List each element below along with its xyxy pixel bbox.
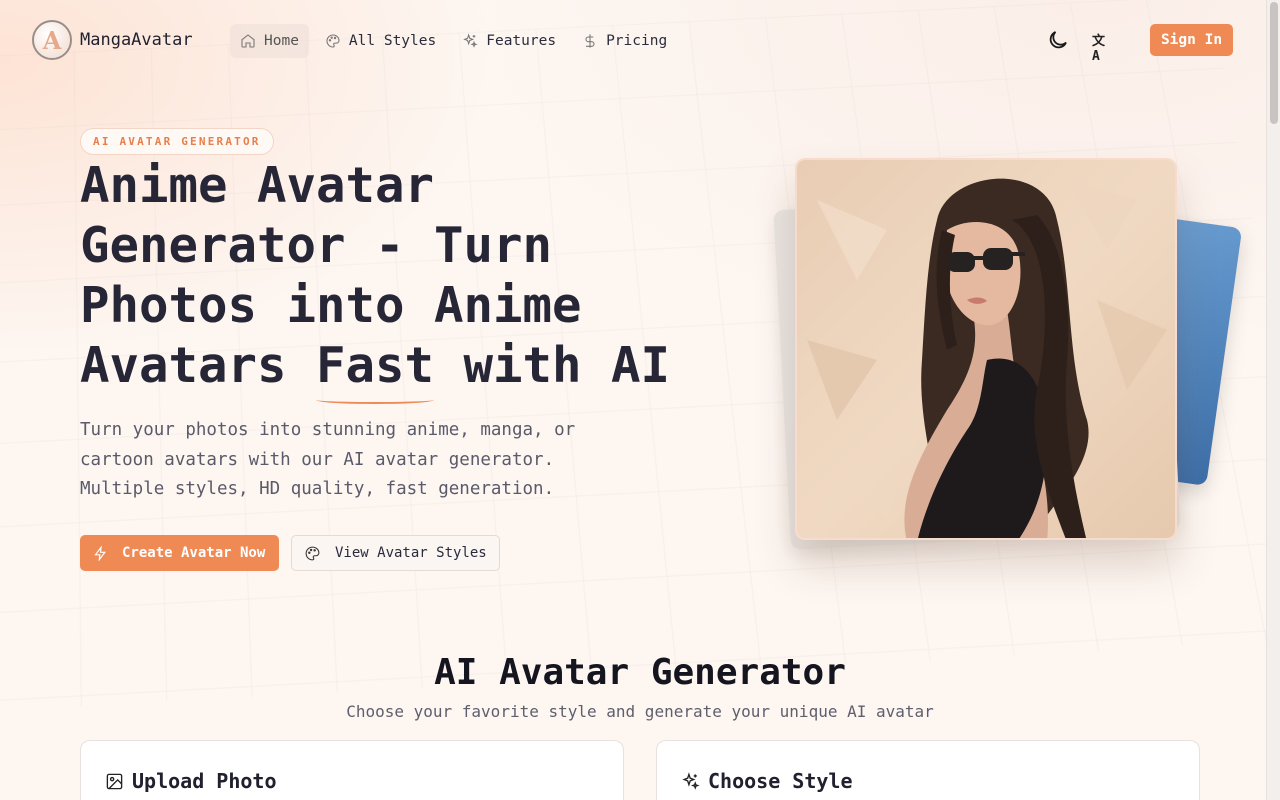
nav-item-label: Home — [264, 33, 299, 49]
nav-links: Home All Styles Features Pricing — [230, 24, 677, 58]
nav-item-label: Features — [486, 33, 557, 49]
brand-logo[interactable]: A MangaAvatar — [32, 20, 193, 60]
nav-item-home[interactable]: Home — [230, 24, 309, 58]
theme-toggle-button[interactable] — [1046, 28, 1070, 52]
dollar-icon — [585, 34, 595, 48]
choose-style-panel: Choose Style — [656, 740, 1200, 800]
hero-description: Turn your photos into stunning anime, ma… — [80, 420, 576, 499]
home-icon — [241, 34, 255, 48]
nav-item-label: All Styles — [348, 33, 437, 49]
sparkles-icon — [463, 33, 478, 48]
page-scrollbar[interactable] — [1266, 0, 1280, 800]
generator-subtitle: Choose your favorite style and generate … — [346, 702, 934, 721]
lightning-icon — [94, 545, 106, 561]
sign-in-button[interactable]: Sign In — [1150, 24, 1233, 56]
choose-style-label: Choose Style — [708, 769, 853, 793]
create-avatar-button[interactable]: Create Avatar Now — [80, 535, 279, 571]
palette-icon — [305, 546, 320, 560]
language-toggle-button[interactable]: 文A — [1092, 30, 1112, 64]
generator-title: AI Avatar Generator — [434, 652, 846, 693]
hero-title-highlight: Fast — [316, 337, 435, 404]
nav-item-pricing[interactable]: Pricing — [572, 24, 677, 58]
translate-icon: 文A — [1092, 34, 1106, 64]
sparkles-icon — [682, 771, 700, 790]
top-navigation: A MangaAvatar Home All Styles Features P… — [0, 0, 1266, 80]
portrait-illustration — [797, 160, 1175, 538]
hero-avatar-image — [795, 158, 1177, 540]
nav-item-label: Pricing — [606, 33, 668, 49]
page: A MangaAvatar Home All Styles Features P… — [0, 0, 1266, 800]
logo-mark-icon: A — [32, 20, 72, 60]
nav-item-features[interactable]: Features — [452, 24, 566, 58]
palette-icon — [326, 34, 340, 48]
hero-title-end: with AI — [434, 337, 671, 394]
hero-badge: AI AVATAR GENERATOR — [80, 128, 274, 155]
upload-photo-heading: Upload Photo — [105, 769, 277, 793]
moon-icon — [1049, 31, 1067, 49]
create-avatar-label: Create Avatar Now — [122, 545, 266, 561]
choose-style-heading: Choose Style — [681, 769, 853, 793]
brand-name: MangaAvatar — [80, 30, 193, 50]
view-styles-button[interactable]: View Avatar Styles — [291, 535, 500, 571]
image-icon — [106, 773, 123, 789]
view-styles-label: View Avatar Styles — [335, 545, 487, 561]
nav-item-all-styles[interactable]: All Styles — [315, 24, 446, 58]
upload-photo-panel: Upload Photo — [80, 740, 624, 800]
upload-photo-label: Upload Photo — [132, 769, 277, 793]
hero-title: Anime Avatar Generator - Turn Photos int… — [80, 156, 720, 404]
scrollbar-thumb[interactable] — [1270, 2, 1278, 124]
